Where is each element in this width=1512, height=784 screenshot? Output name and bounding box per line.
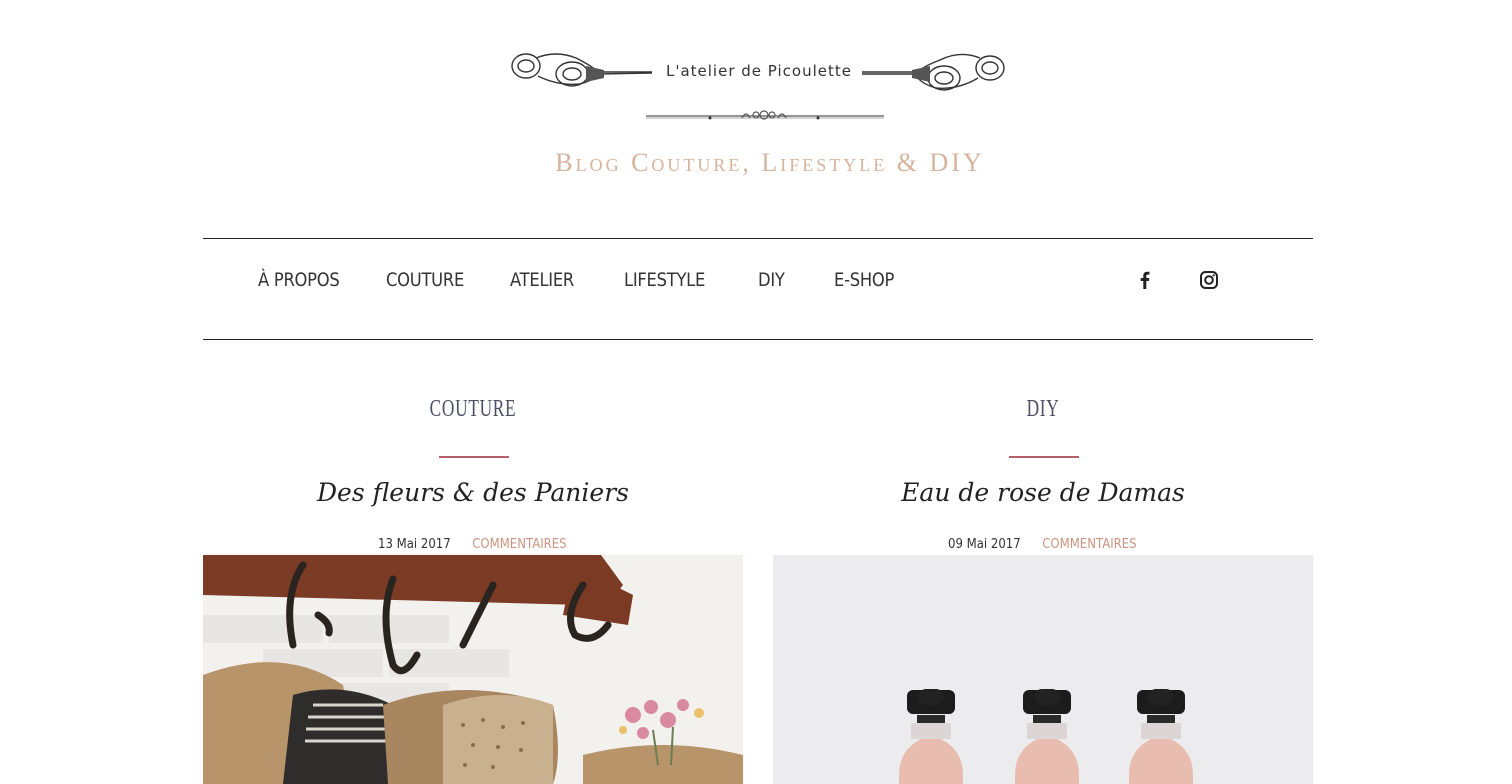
site-logo[interactable]: L'atelier de Picoulette [506, 44, 1010, 128]
nav-item-diy[interactable]: DIY [758, 269, 785, 291]
post-comments-link[interactable]: COMMENTAIRES [472, 537, 566, 552]
post-title[interactable]: Eau de rose de Damas [773, 478, 1313, 507]
site-logo-text: L'atelier de Picoulette [665, 62, 852, 80]
post-featured-image[interactable] [773, 555, 1313, 784]
scissors-logo-graphic [511, 53, 1005, 120]
post-featured-image[interactable] [203, 555, 743, 784]
post-date: 13 Mai 2017 [378, 537, 451, 552]
post-date: 09 Mai 2017 [948, 537, 1021, 552]
post-meta: 09 Mai 2017 COMMENTAIRES [773, 537, 1313, 552]
post-category[interactable]: COUTURE [279, 396, 668, 423]
instagram-icon[interactable] [1198, 269, 1220, 291]
post-title[interactable]: Des fleurs & des Paniers [203, 478, 743, 507]
nav-item-a-propos[interactable]: À PROPOS [258, 269, 340, 291]
nav-item-e-shop[interactable]: E-SHOP [834, 269, 894, 291]
main-navigation: À PROPOS COUTURE ATELIER LIFESTYLE DIY E… [203, 238, 1313, 340]
post-category-divider [439, 456, 509, 458]
nav-item-atelier[interactable]: ATELIER [510, 269, 574, 291]
site-tagline: Blog Couture, Lifestyle & DIY [555, 148, 985, 177]
nav-item-couture[interactable]: COUTURE [386, 269, 464, 291]
facebook-icon[interactable] [1134, 269, 1156, 291]
post-card: DIY Eau de rose de Damas 09 Mai 2017 COM… [773, 380, 1313, 784]
nav-item-lifestyle[interactable]: LIFESTYLE [624, 269, 705, 291]
post-category[interactable]: DIY [849, 396, 1238, 423]
post-category-divider [1009, 456, 1079, 458]
post-card: COUTURE Des fleurs & des Paniers 13 Mai … [203, 380, 743, 784]
post-comments-link[interactable]: COMMENTAIRES [1042, 537, 1136, 552]
post-meta: 13 Mai 2017 COMMENTAIRES [203, 537, 743, 552]
